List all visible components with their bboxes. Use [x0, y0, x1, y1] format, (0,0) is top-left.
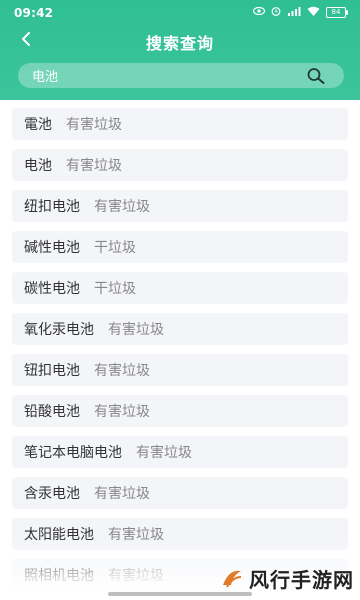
- result-item[interactable]: 电池 有害垃圾: [12, 149, 348, 181]
- result-name: 碳性电池: [24, 281, 80, 297]
- result-name: 碱性电池: [24, 240, 80, 256]
- result-item[interactable]: 钮扣电池 有害垃圾: [12, 354, 348, 386]
- result-item[interactable]: 含汞电池 有害垃圾: [12, 477, 348, 509]
- result-name: 纽扣电池: [24, 199, 80, 215]
- result-name: 铅酸电池: [24, 404, 80, 420]
- result-name: 含汞电池: [24, 486, 80, 502]
- result-category: 干垃圾: [94, 281, 136, 297]
- alarm-icon: [271, 6, 281, 19]
- page-title: 搜索查询: [145, 34, 214, 53]
- watermark-logo-icon: [223, 570, 242, 588]
- result-name: 钮扣电池: [24, 363, 80, 379]
- result-item[interactable]: 碳性电池 干垃圾: [12, 272, 348, 304]
- result-item[interactable]: 纽扣电池 有害垃圾: [12, 190, 348, 222]
- result-category: 有害垃圾: [108, 527, 164, 543]
- result-name: 笔记本电脑电池: [24, 445, 122, 461]
- result-name: 电池: [24, 158, 52, 174]
- status-icons: 84: [252, 6, 348, 19]
- title-bar: 搜索查询: [0, 28, 360, 54]
- result-item[interactable]: 太阳能电池 有害垃圾: [12, 518, 348, 550]
- status-time: 09:42: [14, 6, 54, 20]
- eye-icon: [252, 6, 266, 19]
- search-icon[interactable]: [306, 67, 325, 85]
- cellular-signal-icon: [287, 6, 301, 19]
- result-category: 有害垃圾: [94, 199, 150, 215]
- result-item[interactable]: 電池 有害垃圾: [12, 108, 348, 140]
- result-category: 有害垃圾: [136, 445, 192, 461]
- result-name: 電池: [24, 117, 52, 133]
- battery-icon: 84: [326, 7, 348, 18]
- search-bar: [18, 63, 344, 88]
- result-category: 有害垃圾: [66, 158, 122, 174]
- result-item[interactable]: 笔记本电脑电池 有害垃圾: [12, 436, 348, 468]
- result-name: 照相机电池: [24, 568, 94, 584]
- result-item[interactable]: 铅酸电池 有害垃圾: [12, 395, 348, 427]
- result-category: 有害垃圾: [94, 404, 150, 420]
- result-category: 有害垃圾: [94, 363, 150, 379]
- result-item[interactable]: 碱性电池 干垃圾: [12, 231, 348, 263]
- result-name: 氧化汞电池: [24, 322, 94, 338]
- result-category: 有害垃圾: [66, 117, 122, 133]
- result-item[interactable]: 氧化汞电池 有害垃圾: [12, 313, 348, 345]
- result-category: 有害垃圾: [108, 568, 164, 584]
- result-name: 太阳能电池: [24, 527, 94, 543]
- search-input[interactable]: [32, 63, 292, 88]
- result-category: 有害垃圾: [108, 322, 164, 338]
- result-category: 干垃圾: [94, 240, 136, 256]
- wifi-icon: [307, 6, 320, 19]
- app-header: 09:42 84 搜索查询: [0, 0, 360, 100]
- result-category: 有害垃圾: [94, 486, 150, 502]
- watermark: 风行手游网: [219, 560, 354, 596]
- status-bar: 09:42 84: [0, 0, 360, 28]
- watermark-text: 风行手游网: [249, 567, 354, 592]
